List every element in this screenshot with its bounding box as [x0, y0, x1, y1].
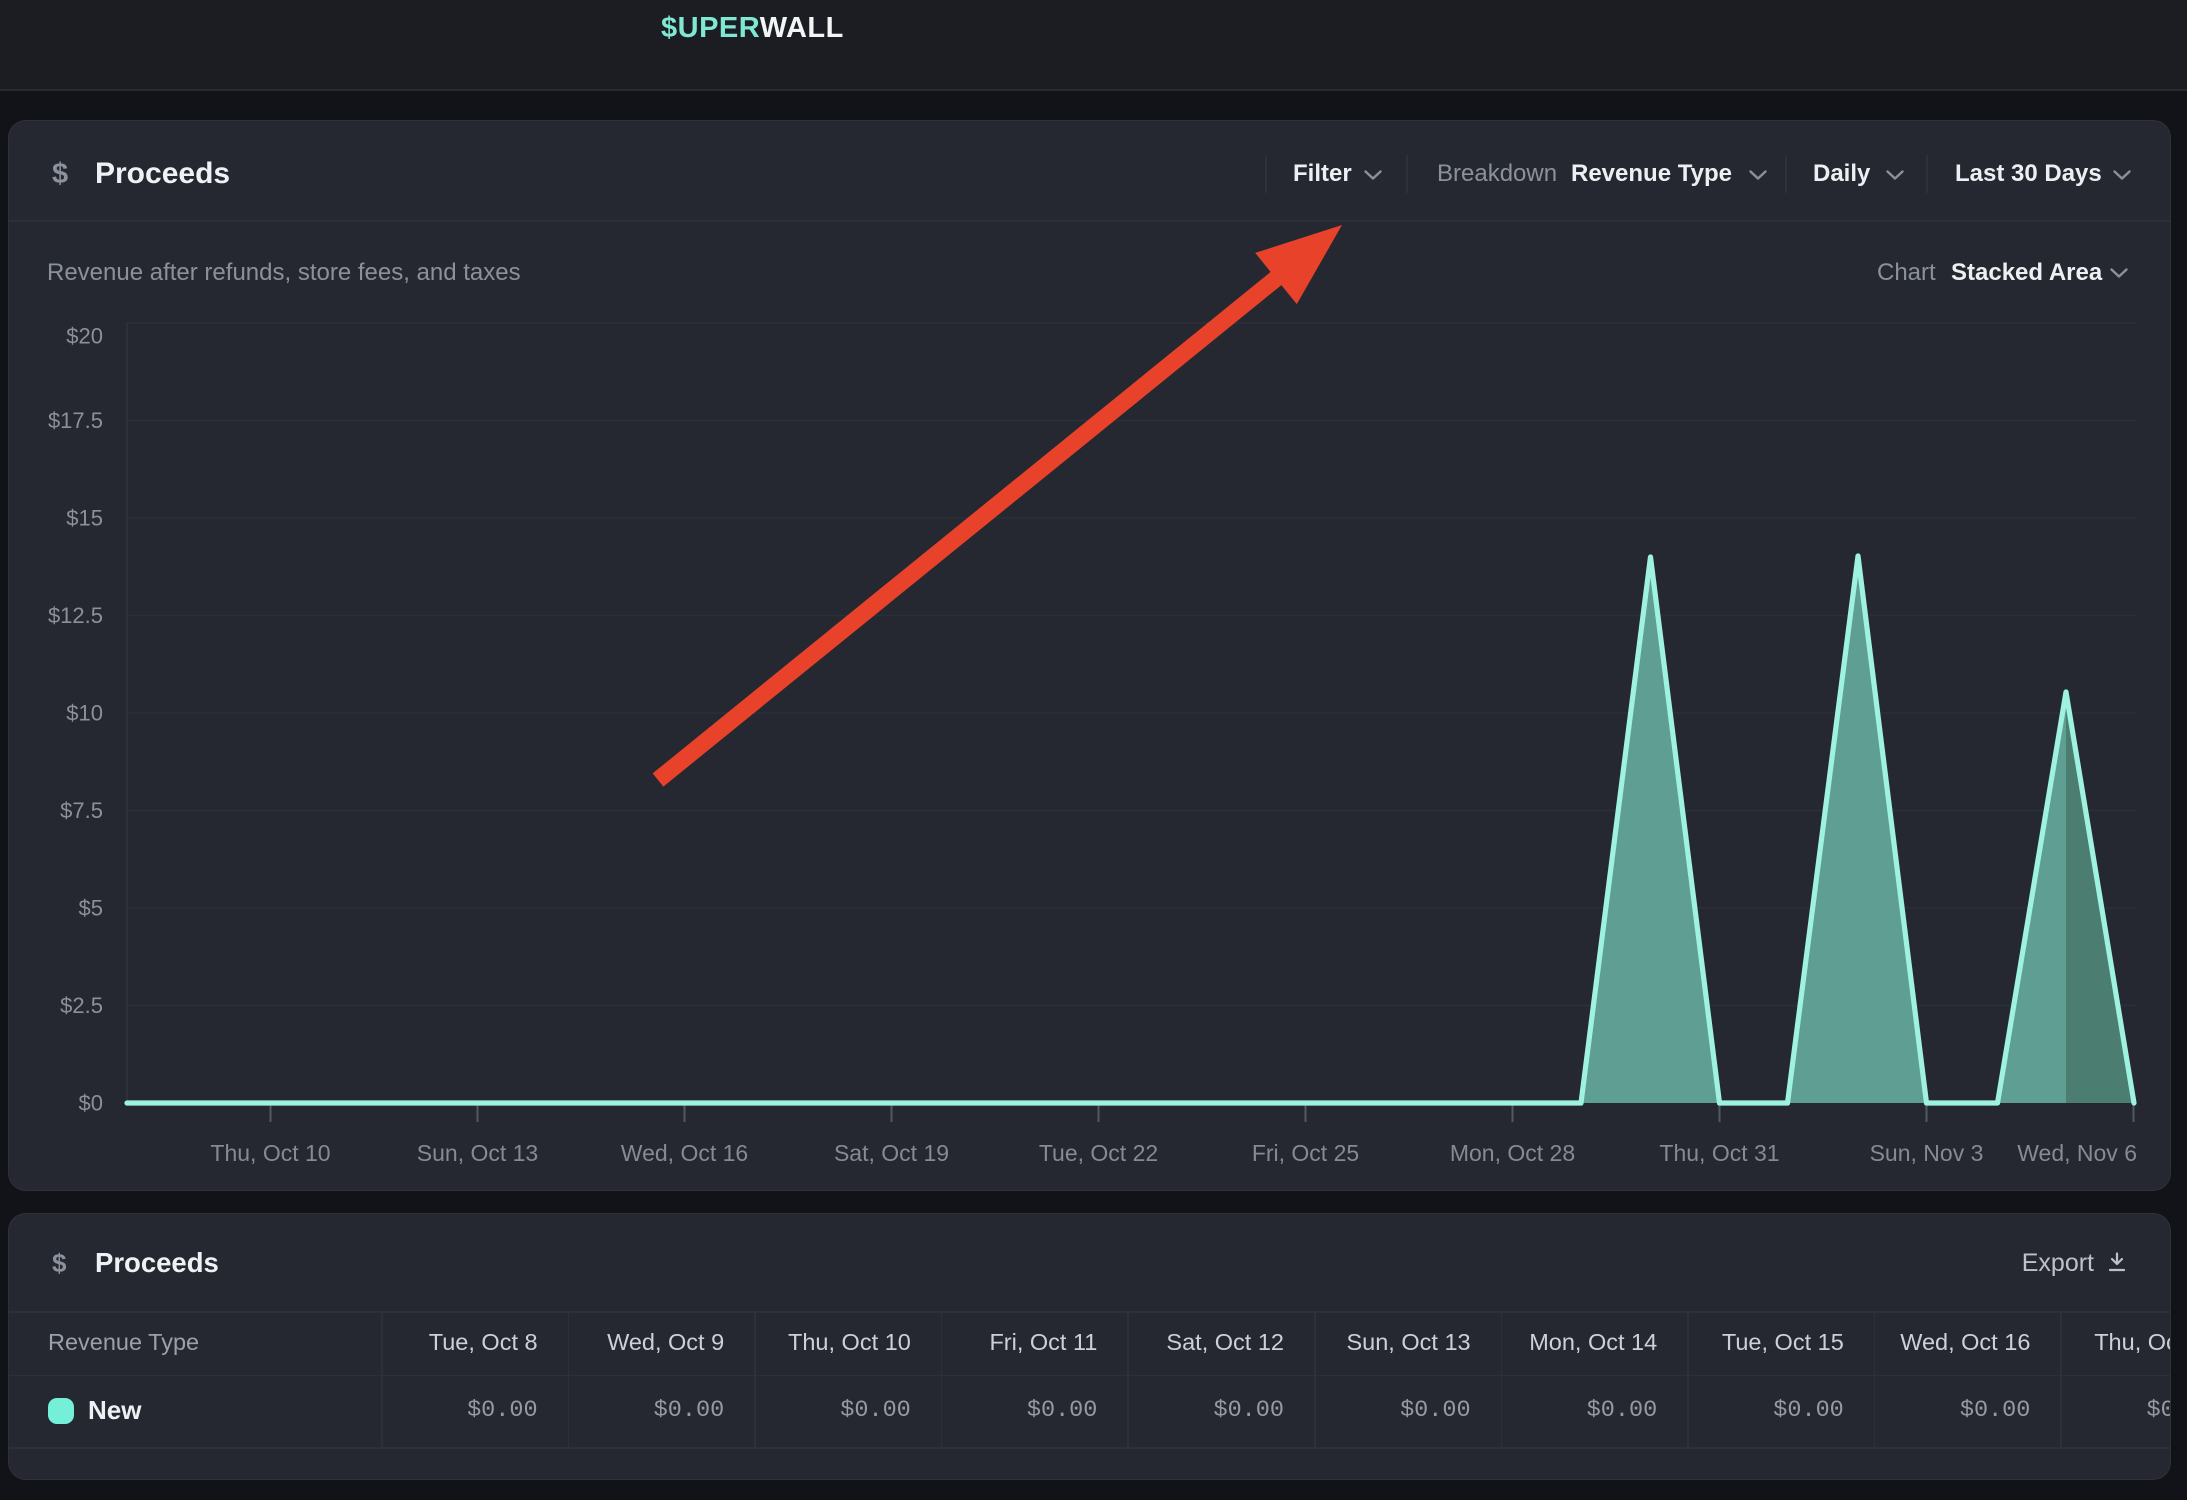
svg-text:$15: $15	[66, 506, 103, 531]
svg-text:$20: $20	[66, 324, 103, 349]
svg-text:Sun, Oct 13: Sun, Oct 13	[417, 1140, 538, 1166]
svg-text:$10: $10	[66, 701, 103, 726]
svg-text:$0: $0	[79, 1091, 103, 1116]
svg-text:$5: $5	[79, 896, 103, 921]
svg-text:Thu, Oct 31: Thu, Oct 31	[1659, 1140, 1779, 1166]
svg-text:$7.5: $7.5	[60, 798, 103, 823]
svg-text:$17.5: $17.5	[48, 408, 103, 433]
svg-text:Wed, Oct 16: Wed, Oct 16	[621, 1140, 748, 1166]
svg-text:Tue, Oct 22: Tue, Oct 22	[1039, 1140, 1158, 1166]
svg-text:$2.5: $2.5	[60, 993, 103, 1018]
svg-text:Mon, Oct 28: Mon, Oct 28	[1450, 1140, 1575, 1166]
svg-text:Sun, Nov 3: Sun, Nov 3	[1870, 1140, 1984, 1166]
svg-text:Wed, Nov 6: Wed, Nov 6	[2017, 1140, 2137, 1166]
svg-text:$12.5: $12.5	[48, 603, 103, 628]
svg-text:Thu, Oct 10: Thu, Oct 10	[210, 1140, 330, 1166]
svg-text:Fri, Oct 25: Fri, Oct 25	[1252, 1140, 1359, 1166]
svg-text:Sat, Oct 19: Sat, Oct 19	[834, 1140, 949, 1166]
